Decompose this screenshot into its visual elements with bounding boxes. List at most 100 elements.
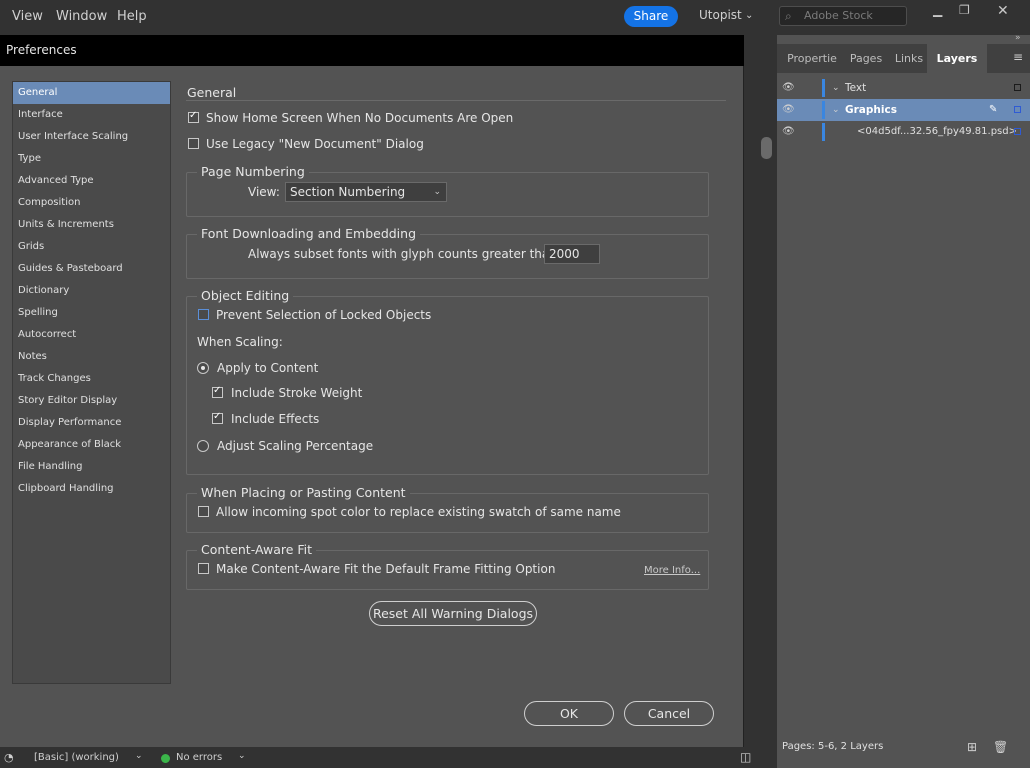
ok-button[interactable]: OK [524, 701, 614, 726]
layer-row-object[interactable]: 👁 <04d5df...32.56_fpy49.81.psd> [777, 121, 1030, 143]
selection-square-icon[interactable] [1014, 84, 1021, 91]
category-units[interactable]: Units & Increments [13, 214, 170, 236]
chevron-down-icon[interactable]: ⌄ [238, 751, 246, 761]
collapse-icon[interactable]: » [1015, 33, 1021, 43]
view-select-value: Section Numbering [290, 185, 406, 199]
category-interface[interactable]: Interface [13, 104, 170, 126]
category-display-performance[interactable]: Display Performance [13, 412, 170, 434]
spot-color-checkbox[interactable] [198, 506, 209, 517]
chevron-down-icon[interactable]: ⌄ [135, 751, 143, 761]
stock-search-placeholder: Adobe Stock [804, 9, 873, 22]
chevron-down-icon[interactable]: ⌄ [832, 77, 840, 99]
category-story-editor[interactable]: Story Editor Display [13, 390, 170, 412]
include-stroke-checkbox[interactable] [212, 385, 223, 398]
pages-layers-count: Pages: 5-6, 2 Layers [782, 741, 884, 752]
layer-row-text[interactable]: 👁 ⌄ Text [777, 77, 1030, 99]
page-numbering-view-select[interactable]: Section Numbering ⌄ [285, 182, 447, 202]
category-grids[interactable]: Grids [13, 236, 170, 258]
category-list: General Interface User Interface Scaling… [12, 81, 171, 684]
include-stroke-label: Include Stroke Weight [231, 386, 363, 400]
adobe-stock-search[interactable]: ⌕ Adobe Stock [779, 6, 907, 26]
tab-properties[interactable]: Propertie [783, 44, 841, 73]
show-home-checkbox[interactable] [188, 110, 199, 123]
category-file-handling[interactable]: File Handling [13, 456, 170, 478]
category-appearance-black[interactable]: Appearance of Black [13, 434, 170, 456]
new-layer-icon[interactable]: ⊞ [967, 735, 977, 759]
share-button[interactable]: Share [624, 6, 678, 27]
category-autocorrect[interactable]: Autocorrect [13, 324, 170, 346]
layers-footer: Pages: 5-6, 2 Layers ⊞ 🗑 [777, 735, 1030, 759]
menu-view[interactable]: View [12, 9, 43, 24]
workspace-switcher[interactable]: Utopist [699, 8, 742, 22]
category-type[interactable]: Type [13, 148, 170, 170]
status-ok-icon [161, 754, 170, 763]
layer-color-bar [822, 101, 825, 119]
prevent-locked-checkbox[interactable] [198, 309, 209, 320]
font-embedding-legend: Font Downloading and Embedding [197, 226, 421, 241]
category-composition[interactable]: Composition [13, 192, 170, 214]
cancel-button[interactable]: Cancel [624, 701, 714, 726]
category-track-changes[interactable]: Track Changes [13, 368, 170, 390]
content-aware-legend: Content-Aware Fit [197, 542, 317, 557]
adjust-scaling-radio[interactable] [197, 440, 209, 452]
category-spelling[interactable]: Spelling [13, 302, 170, 324]
restore-icon[interactable]: ❐ [959, 3, 970, 17]
object-editing-legend: Object Editing [197, 288, 294, 303]
eye-icon[interactable]: 👁 [782, 99, 795, 121]
category-general[interactable]: General [13, 82, 170, 104]
glyph-count-input[interactable]: 2000 [544, 244, 600, 264]
status-bar: ◔ [Basic] (working) ⌄ No errors ⌄ ◫ [0, 748, 777, 768]
layer-row-graphics[interactable]: 👁 ⌄ Graphics ✎ [777, 99, 1030, 121]
tab-layers[interactable]: Layers [927, 44, 987, 73]
category-guides[interactable]: Guides & Pasteboard [13, 258, 170, 280]
tab-pages[interactable]: Pages [841, 44, 891, 73]
layer-name: Text [845, 82, 867, 94]
layer-color-bar [822, 79, 825, 97]
preflight-icon[interactable]: ◔ [4, 751, 14, 764]
include-effects-label: Include Effects [231, 412, 320, 426]
minimize-icon[interactable]: ▁ [933, 3, 942, 17]
chevron-down-icon[interactable]: ⌄ [832, 99, 840, 121]
menu-help[interactable]: Help [117, 9, 147, 24]
search-icon: ⌕ [785, 9, 792, 23]
eye-icon[interactable]: 👁 [782, 77, 795, 99]
selection-square-icon[interactable] [1014, 106, 1021, 113]
layers-panel: » Propertie Pages Links Layers ≡ 👁 ⌄ Tex… [777, 33, 1030, 768]
apply-to-content-radio[interactable] [197, 362, 209, 374]
section-divider [186, 100, 726, 101]
category-clipboard-handling[interactable]: Clipboard Handling [13, 478, 170, 500]
legacy-dialog-checkbox[interactable] [188, 138, 199, 149]
show-home-label: Show Home Screen When No Documents Are O… [206, 111, 514, 125]
preferences-dialog: Preferences General Interface User Inter… [0, 35, 744, 747]
chevron-down-icon: ⌄ [433, 187, 441, 197]
category-notes[interactable]: Notes [13, 346, 170, 368]
dialog-title: Preferences [0, 35, 744, 66]
adjust-scaling-label: Adjust Scaling Percentage [217, 439, 374, 453]
tab-links[interactable]: Links [891, 44, 927, 73]
view-label: View: [248, 185, 280, 199]
more-info-link[interactable]: More Info... [644, 565, 700, 576]
pencil-icon: ✎ [989, 104, 998, 115]
content-aware-checkbox[interactable] [198, 563, 209, 574]
category-dictionary[interactable]: Dictionary [13, 280, 170, 302]
trash-icon[interactable]: 🗑 [993, 735, 1008, 759]
panel-toggle-icon[interactable]: ◫ [740, 750, 751, 764]
layer-color-bar [822, 123, 825, 141]
error-status: No errors [176, 752, 223, 763]
general-panel: General Show Home Screen When No Documen… [186, 81, 726, 701]
selection-square-icon[interactable] [1014, 128, 1021, 135]
category-ui-scaling[interactable]: User Interface Scaling [13, 126, 170, 148]
menu-window[interactable]: Window [56, 9, 107, 24]
reset-warning-dialogs-button[interactable]: Reset All Warning Dialogs [369, 601, 537, 626]
close-icon[interactable]: ✕ [997, 3, 1009, 19]
eye-icon[interactable]: 👁 [782, 121, 795, 143]
category-advanced-type[interactable]: Advanced Type [13, 170, 170, 192]
include-effects-checkbox[interactable] [212, 411, 223, 424]
chevron-down-icon[interactable]: ⌄ [745, 10, 753, 21]
panel-tab-bar: Propertie Pages Links Layers ≡ [777, 44, 1030, 73]
scrollbar-thumb[interactable] [761, 137, 772, 159]
preflight-profile[interactable]: [Basic] (working) [34, 752, 119, 763]
placing-legend: When Placing or Pasting Content [197, 485, 410, 500]
section-title: General [187, 85, 237, 100]
panel-menu-icon[interactable]: ≡ [1013, 50, 1023, 64]
